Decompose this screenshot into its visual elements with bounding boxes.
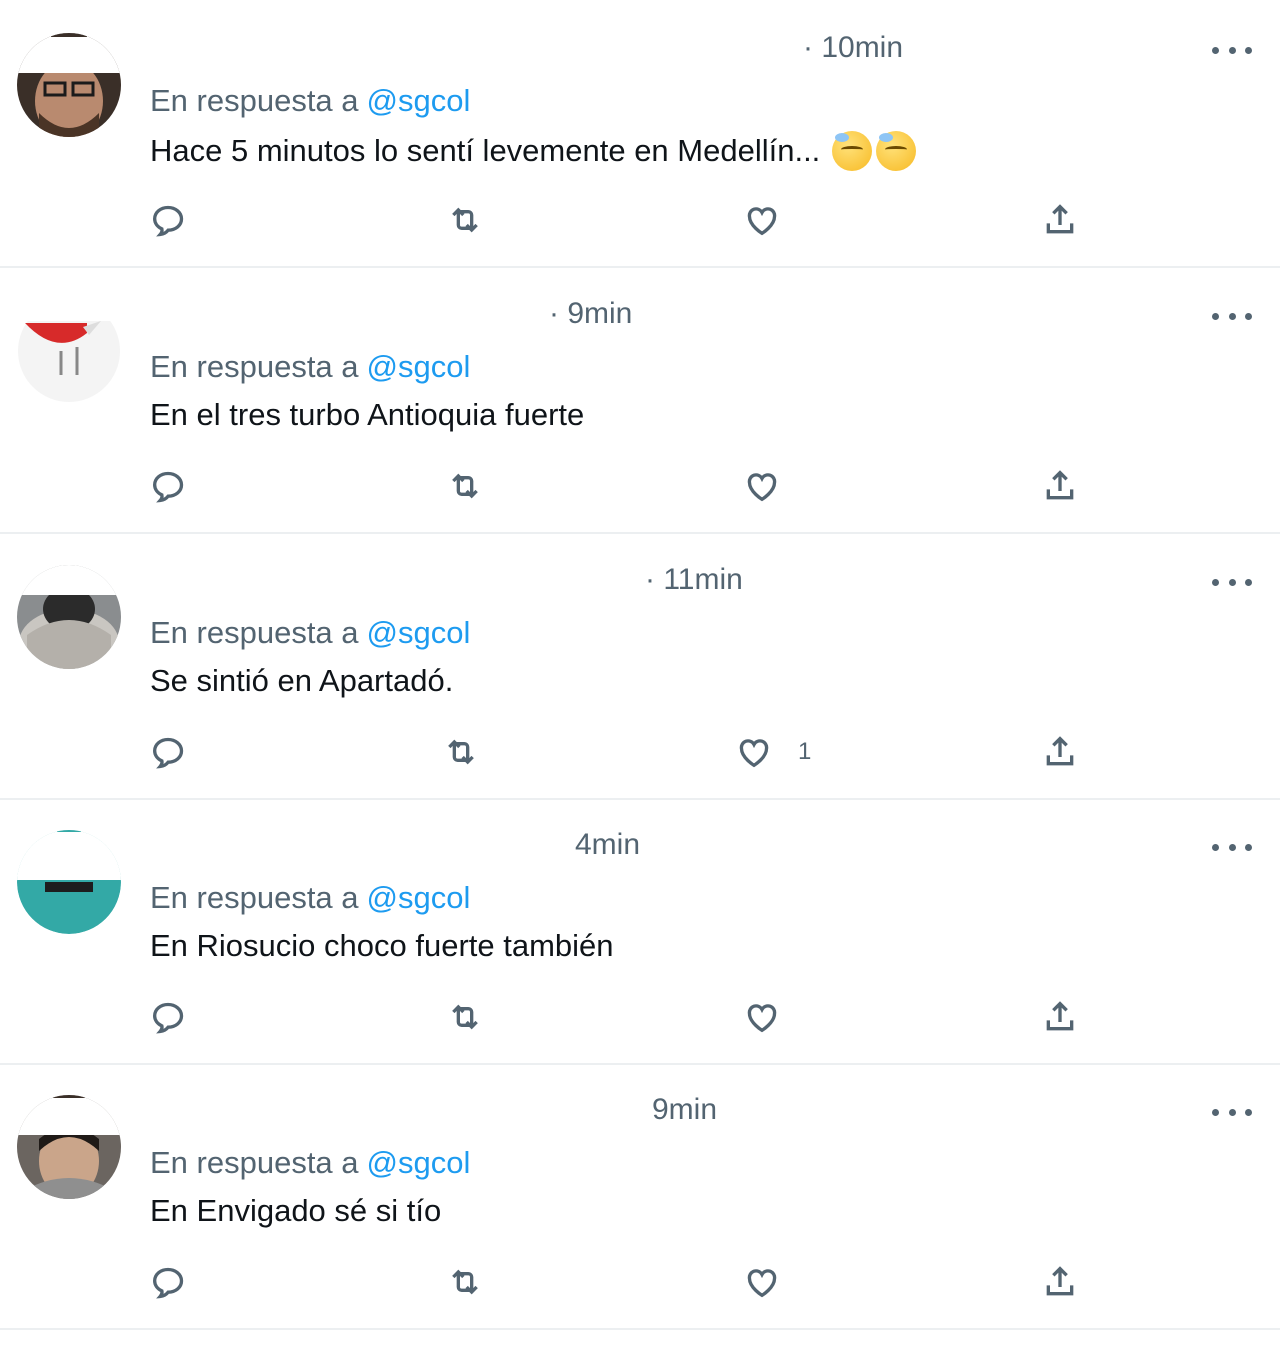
downcast-sweat-face-emoji-icon <box>876 131 917 171</box>
avatar[interactable] <box>17 1095 121 1199</box>
like-button[interactable] <box>742 464 806 508</box>
retweet-button[interactable] <box>445 198 485 242</box>
avatar[interactable] <box>17 33 121 137</box>
reply-icon <box>152 1267 184 1299</box>
reply-prefix: En respuesta a <box>150 83 359 118</box>
tweet[interactable]: · 11min En respuesta a @sgcol Se sintió e… <box>0 535 1280 800</box>
more-icon[interactable] <box>1212 1097 1252 1127</box>
reply-feed: · 10min En respuesta a @sgcol Hace 5 minu… <box>0 0 1280 1348</box>
like-button[interactable] <box>742 995 806 1039</box>
tweet-text: Se sintió en Apartadó. <box>150 663 453 699</box>
tweet[interactable]: 9min En respuesta a @sgcol En Envigado sé… <box>0 1065 1280 1330</box>
reply-button[interactable] <box>148 730 188 774</box>
share-button[interactable] <box>1040 730 1080 774</box>
tweet-text-content: En el tres turbo Antioquia fuerte <box>150 397 585 432</box>
tweet-text-content: En Riosucio choco fuerte también <box>150 928 614 963</box>
like-button[interactable] <box>742 198 806 242</box>
mention-link[interactable]: @sgcol <box>367 349 471 384</box>
share-button[interactable] <box>1040 1260 1080 1304</box>
action-bar <box>0 198 1280 242</box>
mention-link[interactable]: @sgcol <box>367 1145 471 1180</box>
reply-button[interactable] <box>148 464 188 508</box>
like-count: 1 <box>798 738 812 765</box>
tweet[interactable]: · 9min En respuesta a @sgcol En el tres t… <box>0 269 1280 534</box>
retweet-icon <box>452 207 478 233</box>
reply-prefix: En respuesta a <box>150 1145 359 1180</box>
reply-icon <box>152 205 184 237</box>
tweet-text-content: En Envigado sé si tío <box>150 1193 442 1228</box>
share-button[interactable] <box>1040 995 1080 1039</box>
retweet-button[interactable] <box>445 995 485 1039</box>
reply-context: En respuesta a @sgcol <box>150 880 470 916</box>
more-icon[interactable] <box>1212 35 1252 65</box>
timestamp[interactable]: · 9min <box>549 297 632 331</box>
action-bar: 1 <box>0 730 1280 774</box>
tweet-text: Hace 5 minutos lo sentí levemente en Med… <box>150 131 917 171</box>
reply-button[interactable] <box>148 198 188 242</box>
retweet-icon <box>452 1269 478 1295</box>
tweet-text: En Riosucio choco fuerte también <box>150 928 614 964</box>
heart-icon <box>739 739 769 768</box>
reply-prefix: En respuesta a <box>150 880 359 915</box>
reply-button[interactable] <box>148 1260 188 1304</box>
action-bar <box>0 464 1280 508</box>
share-icon <box>1046 1266 1074 1296</box>
tweet-text-content: Se sintió en Apartadó. <box>150 663 454 698</box>
share-icon <box>1046 470 1074 500</box>
mention-link[interactable]: @sgcol <box>367 83 471 118</box>
retweet-button[interactable] <box>445 1260 485 1304</box>
retweet-icon <box>452 1004 478 1030</box>
heart-icon <box>747 1269 777 1298</box>
action-bar <box>0 995 1280 1039</box>
retweet-button[interactable] <box>441 730 481 774</box>
more-icon[interactable] <box>1212 301 1252 331</box>
heart-icon <box>747 1004 777 1033</box>
more-icon[interactable] <box>1212 832 1252 862</box>
tweet[interactable]: 4min En respuesta a @sgcol En Riosucio ch… <box>0 800 1280 1065</box>
timestamp[interactable]: · 10min <box>803 31 903 65</box>
like-button[interactable] <box>742 1260 806 1304</box>
tweet-text: En Envigado sé si tío <box>150 1193 441 1229</box>
share-button[interactable] <box>1040 198 1080 242</box>
mention-link[interactable]: @sgcol <box>367 615 471 650</box>
timestamp[interactable]: 4min <box>575 828 640 862</box>
reply-icon <box>152 737 184 769</box>
reply-prefix: En respuesta a <box>150 615 359 650</box>
share-icon <box>1046 204 1074 234</box>
reply-icon <box>152 1002 184 1034</box>
reply-button[interactable] <box>148 995 188 1039</box>
downcast-sweat-face-emoji-icon <box>832 131 873 171</box>
avatar[interactable] <box>17 565 121 669</box>
tweet[interactable]: · 10min En respuesta a @sgcol Hace 5 minu… <box>0 3 1280 268</box>
retweet-icon <box>452 473 478 499</box>
retweet-button[interactable] <box>445 464 485 508</box>
share-button[interactable] <box>1040 464 1080 508</box>
avatar[interactable] <box>17 299 121 403</box>
tweet-text-content: Hace 5 minutos lo sentí levemente en Med… <box>150 133 821 168</box>
retweet-icon <box>448 739 474 765</box>
timestamp[interactable]: · 11min <box>645 563 743 597</box>
tweet-text: En el tres turbo Antioquia fuerte <box>150 397 584 433</box>
heart-icon <box>747 473 777 502</box>
share-icon <box>1046 736 1074 766</box>
timestamp[interactable]: 9min <box>652 1093 717 1127</box>
heart-icon <box>747 207 777 236</box>
reply-context: En respuesta a @sgcol <box>150 83 470 119</box>
action-bar <box>0 1260 1280 1304</box>
reply-context: En respuesta a @sgcol <box>150 615 470 651</box>
more-icon[interactable] <box>1212 567 1252 597</box>
like-button[interactable]: 1 <box>734 730 811 774</box>
avatar[interactable] <box>17 830 121 934</box>
mention-link[interactable]: @sgcol <box>367 880 471 915</box>
reply-icon <box>152 471 184 503</box>
reply-prefix: En respuesta a <box>150 349 359 384</box>
share-icon <box>1046 1001 1074 1031</box>
reply-context: En respuesta a @sgcol <box>150 1145 470 1181</box>
reply-context: En respuesta a @sgcol <box>150 349 470 385</box>
